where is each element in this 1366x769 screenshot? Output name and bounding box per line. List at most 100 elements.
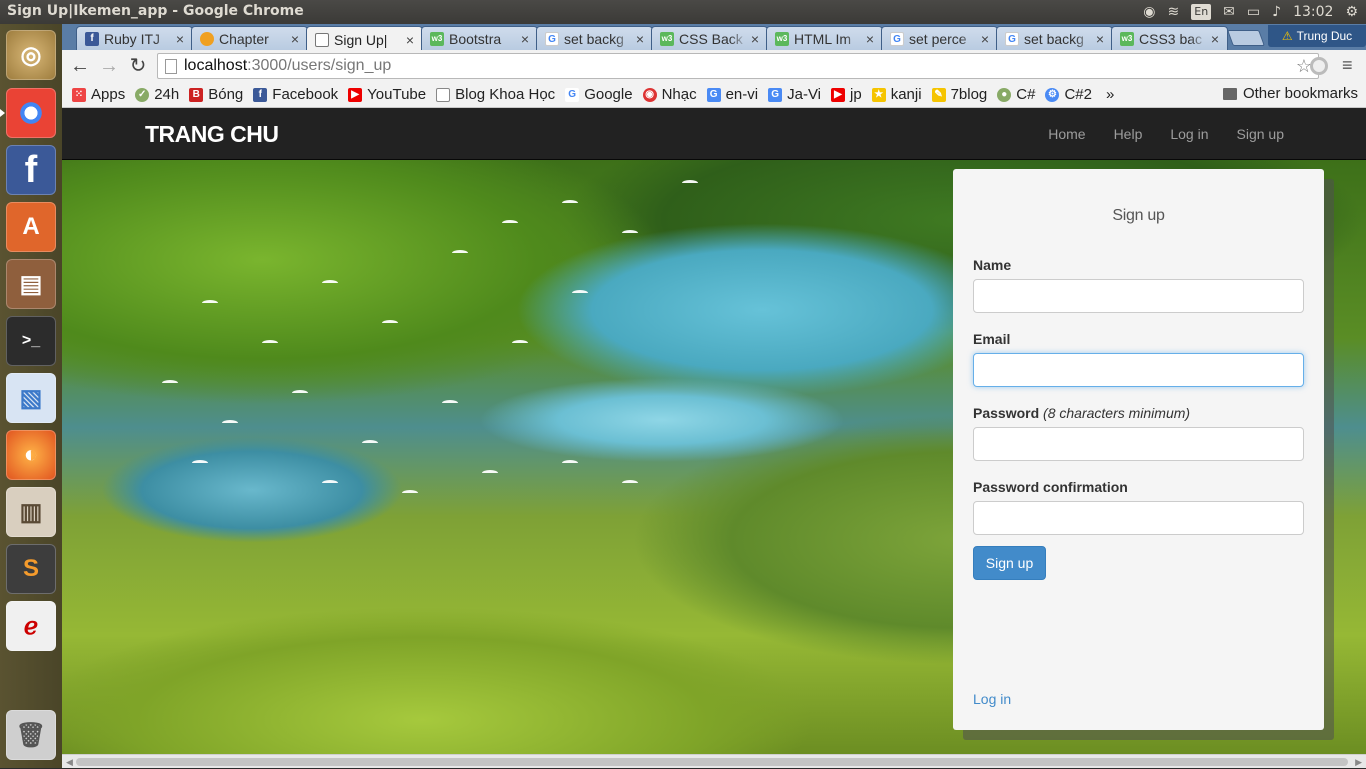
terminal-icon[interactable]: >_ <box>6 316 56 366</box>
bookmark-blog-khoa-hoc[interactable]: Blog Khoa Học <box>436 86 555 103</box>
sign-up-card: Sign up Name Email Password (8 character… <box>953 169 1324 730</box>
bookmark-csharp[interactable]: ● C# <box>997 86 1035 103</box>
close-tab-icon[interactable]: × <box>632 31 648 47</box>
horizontal-scrollbar[interactable]: ◀ ▶ <box>62 754 1366 768</box>
reload-button[interactable]: ↻ <box>126 54 150 78</box>
translate-icon: G <box>768 87 783 102</box>
bird <box>452 250 468 256</box>
close-tab-icon[interactable]: × <box>287 31 303 47</box>
tab[interactable]: w3 HTML Im × <box>766 26 883 50</box>
tab[interactable]: Chapter × <box>191 26 308 50</box>
password-hint: (8 characters minimum) <box>1043 405 1191 421</box>
log-in-link[interactable]: Log in <box>973 691 1011 707</box>
sign-up-button[interactable]: Sign up <box>973 546 1046 580</box>
close-tab-icon[interactable]: × <box>517 31 533 47</box>
pdf-reader-icon[interactable]: ℯ <box>6 601 56 651</box>
youtube-icon: ▶ <box>831 87 846 102</box>
close-tab-icon[interactable]: × <box>862 31 878 47</box>
tab[interactable]: w3 CSS3 bac × <box>1111 26 1228 50</box>
url-host: localhost <box>184 57 248 74</box>
chrome-icon[interactable] <box>0 88 56 138</box>
site-brand[interactable]: TRANG CHU <box>145 121 279 148</box>
extension-icon[interactable] <box>1310 57 1328 75</box>
clock[interactable]: 13:02 <box>1293 0 1333 24</box>
files-icon[interactable]: ▤ <box>6 259 56 309</box>
window-title: Sign Up|Ikemen_app - Google Chrome <box>7 3 304 19</box>
nav-log-in[interactable]: Log in <box>1170 126 1208 142</box>
name-input[interactable] <box>973 279 1304 313</box>
chrome-menu-icon[interactable]: ≡ <box>1342 55 1353 76</box>
ebook-reader-icon[interactable]: ▥ <box>6 487 56 537</box>
password-input[interactable] <box>973 427 1304 461</box>
bookmark-bong[interactable]: B Bóng <box>189 86 243 103</box>
close-tab-icon[interactable]: × <box>1092 31 1108 47</box>
bookmarks-overflow-button[interactable]: » <box>1106 86 1114 103</box>
new-tab-button[interactable] <box>1227 30 1265 46</box>
writer-icon[interactable]: ▧ <box>6 373 56 423</box>
ubuntu-dash-icon[interactable]: ◎ <box>6 30 56 80</box>
google-icon: G <box>545 31 559 46</box>
bookmark-youtube[interactable]: ▶ YouTube <box>348 86 426 103</box>
bookmark-apps[interactable]: ⁙ Apps <box>72 86 125 103</box>
software-center-icon[interactable]: A <box>6 202 56 252</box>
facebook-app-icon[interactable]: f <box>6 145 56 195</box>
volume-icon[interactable]: ♪ <box>1272 0 1281 24</box>
trash-icon[interactable]: 🗑 <box>6 710 56 760</box>
bookmark-nhac[interactable]: ◉ Nhạc <box>642 86 697 103</box>
bookmark-en-vi[interactable]: Gen-vi <box>706 86 758 103</box>
bookmark-7blog[interactable]: ✎ 7blog <box>931 86 987 103</box>
nav-help[interactable]: Help <box>1114 126 1143 142</box>
url-path: :3000/users/sign_up <box>247 57 392 74</box>
mail-icon[interactable]: ✉ <box>1223 0 1235 24</box>
site-navbar: TRANG CHU Home Help Log in Sign up <box>62 108 1366 160</box>
bookmark-google[interactable]: G Google <box>565 86 633 103</box>
tab[interactable]: w3 Bootstra × <box>421 26 538 50</box>
tab[interactable]: G set perce × <box>881 26 998 50</box>
keyboard-layout-indicator[interactable]: En <box>1191 4 1212 20</box>
close-tab-icon[interactable]: × <box>747 31 763 47</box>
bookmark-jp[interactable]: ▶ jp <box>831 86 862 103</box>
back-button[interactable]: ← <box>68 54 92 78</box>
nav-sign-up[interactable]: Sign up <box>1237 126 1284 142</box>
scrollbar-thumb[interactable] <box>76 758 1348 766</box>
bookmark-24h[interactable]: ✓ 24h <box>135 86 179 103</box>
tab[interactable]: G set backg × <box>536 26 653 50</box>
site-nav-links: Home Help Log in Sign up <box>1020 108 1284 160</box>
tab-active[interactable]: Sign Up| × <box>306 26 423 52</box>
tab[interactable]: G set backg × <box>996 26 1113 50</box>
bookmark-kanji[interactable]: ★ kanji <box>871 86 922 103</box>
24h-icon: ✓ <box>135 87 150 102</box>
address-bar[interactable]: localhost:3000/users/sign_up ☆ <box>157 53 1319 79</box>
bird <box>622 480 638 486</box>
scroll-right-arrow-icon[interactable]: ▶ <box>1355 755 1362 769</box>
close-tab-icon[interactable]: × <box>1207 31 1223 47</box>
page-info-icon[interactable] <box>165 59 177 74</box>
ring-icon <box>200 31 214 46</box>
email-input[interactable] <box>973 353 1304 387</box>
close-tab-icon[interactable]: × <box>402 32 418 48</box>
settings-gear-icon[interactable]: ⚙ <box>1345 0 1358 24</box>
chrome-tray-icon[interactable]: ◉ <box>1143 0 1155 24</box>
nav-home[interactable]: Home <box>1048 126 1085 142</box>
bookmark-facebook[interactable]: f Facebook <box>253 86 338 103</box>
wifi-icon[interactable]: ≋ <box>1168 0 1180 24</box>
close-tab-icon[interactable]: × <box>172 31 188 47</box>
scroll-left-arrow-icon[interactable]: ◀ <box>66 755 73 769</box>
battery-icon[interactable]: ▭ <box>1247 0 1260 24</box>
bird <box>622 230 638 236</box>
bird <box>222 420 238 426</box>
password-confirmation-input[interactable] <box>973 501 1304 535</box>
close-tab-icon[interactable]: × <box>977 31 993 47</box>
bookmark-ja-vi[interactable]: G Ja-Vi <box>768 86 821 103</box>
other-bookmarks[interactable]: Other bookmarks <box>1222 85 1358 102</box>
tab[interactable]: f Ruby ITJ × <box>76 26 193 50</box>
tab[interactable]: w3 CSS Back × <box>651 26 768 50</box>
youtube-icon: ▶ <box>348 87 363 102</box>
bookmark-csharp2[interactable]: ⚙ C#2 <box>1045 86 1092 103</box>
forward-button[interactable]: → <box>97 54 121 78</box>
profile-badge[interactable]: ⚠ Trung Duc <box>1268 25 1366 47</box>
bird <box>482 470 498 476</box>
system-top-bar: Sign Up|Ikemen_app - Google Chrome ◉ ≋ E… <box>0 0 1366 24</box>
sublime-text-icon[interactable]: S <box>6 544 56 594</box>
firefox-icon[interactable]: ◐ <box>6 430 56 480</box>
